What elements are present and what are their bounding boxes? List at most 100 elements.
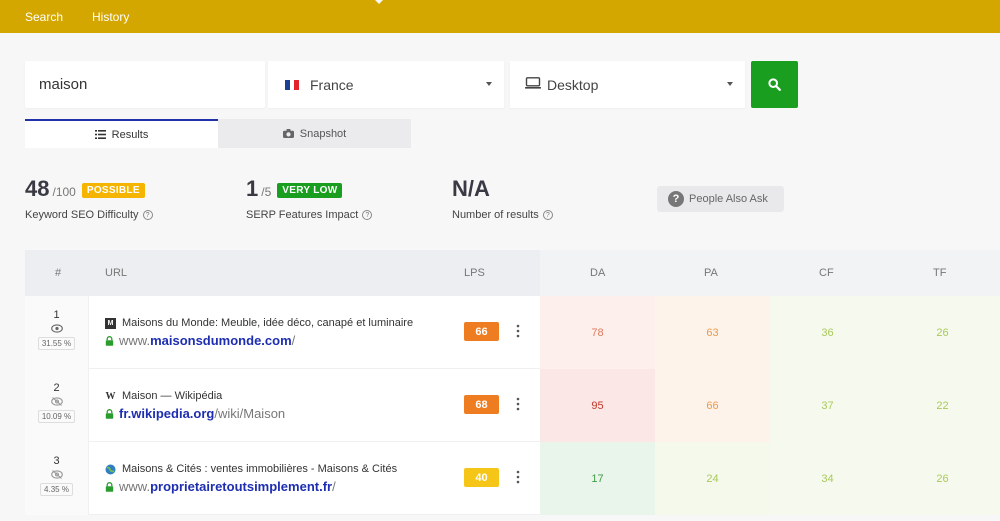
visibility-share: 31.55 % xyxy=(37,337,76,350)
result-title[interactable]: M Maisons du Monde: Meuble, idée déco, ca… xyxy=(105,317,413,329)
search-form: maison France Desktop xyxy=(25,61,798,108)
url-domain: proprietairetoutsimplement.fr xyxy=(150,479,333,494)
difficulty-caption: Keyword SEO Difficulty xyxy=(25,209,139,221)
visibility-share: 4.35 % xyxy=(40,483,73,496)
col-header-num: # xyxy=(55,267,62,279)
nav-caret-icon xyxy=(375,0,383,4)
search-icon xyxy=(768,78,781,91)
result-url[interactable]: fr.wikipedia.org/wiki/Maison xyxy=(105,406,285,421)
number-of-results-metric: N/A Number of results ? xyxy=(452,176,553,221)
top-nav-bar: Search History xyxy=(0,0,1000,33)
col-header-url: URL xyxy=(105,267,128,279)
lps-badge: 68 xyxy=(464,395,499,414)
col-header-cf[interactable]: CF xyxy=(819,267,834,279)
difficulty-value: 48 xyxy=(25,176,50,201)
difficulty-badge: POSSIBLE xyxy=(81,183,145,198)
cf-cell: 37 xyxy=(770,369,885,442)
lps-badge: 66 xyxy=(464,322,499,341)
table-row: 1 31.55 % M Maisons du Monde: Meuble, idée … xyxy=(25,296,1000,369)
nav-search[interactable]: Search xyxy=(25,10,63,24)
result-url[interactable]: www.proprietairetoutsimplement.fr/ xyxy=(105,479,336,494)
question-icon: ? xyxy=(668,191,684,207)
serp-badge: VERY LOW xyxy=(277,183,343,198)
country-label: France xyxy=(310,77,354,93)
lock-icon xyxy=(105,408,114,419)
people-also-ask-label: People Also Ask xyxy=(689,193,768,205)
difficulty-max: /100 xyxy=(52,185,76,199)
more-options-icon[interactable] xyxy=(515,470,521,484)
favicon-icon: W xyxy=(105,390,116,402)
globe-favicon-icon xyxy=(105,464,116,474)
result-title[interactable]: W Maison — Wikipédia xyxy=(105,390,223,402)
help-icon[interactable]: ? xyxy=(542,210,553,220)
result-title-text: Maison — Wikipédia xyxy=(122,390,223,402)
help-icon[interactable]: ? xyxy=(142,210,153,220)
table-row: 3 4.35 % Maisons & Cités : ventes immobili… xyxy=(25,442,1000,515)
eye-icon[interactable] xyxy=(50,324,63,333)
results-caption: Number of results xyxy=(452,209,539,221)
col-header-lps: LPS xyxy=(464,267,485,279)
rank-cell: 2 10.09 % xyxy=(25,369,89,442)
table-row: 2 10.09 % W Maison — Wikipédia fr.wikipedia.… xyxy=(25,369,1000,442)
rank-number: 2 xyxy=(53,382,60,394)
search-button[interactable] xyxy=(751,61,798,108)
table-header: # URL LPS DA PA CF TF xyxy=(25,250,1000,296)
tf-cell: 22 xyxy=(885,369,1000,442)
pa-cell: 63 xyxy=(655,296,770,369)
result-url[interactable]: www.maisonsdumonde.com/ xyxy=(105,333,295,348)
tf-cell: 26 xyxy=(885,442,1000,515)
url-domain: maisonsdumonde.com xyxy=(150,333,292,348)
da-cell: 17 xyxy=(540,442,655,515)
monitor-icon xyxy=(525,77,541,89)
cf-cell: 34 xyxy=(770,442,885,515)
keyword-difficulty-metric: 48/100 POSSIBLE Keyword SEO Difficulty ? xyxy=(25,176,153,221)
more-options-icon[interactable] xyxy=(515,397,521,411)
lps-badge: 40 xyxy=(464,468,499,487)
tab-snapshot-label: Snapshot xyxy=(299,127,347,140)
result-title[interactable]: Maisons & Cités : ventes immobilières - … xyxy=(105,463,397,475)
serp-caption: SERP Features Impact xyxy=(246,209,359,221)
people-also-ask-button[interactable]: ? People Also Ask xyxy=(657,186,784,212)
url-prefix: www. xyxy=(119,333,151,348)
france-flag-icon xyxy=(285,80,300,90)
pa-cell: 66 xyxy=(655,369,770,442)
url-path: / xyxy=(291,333,296,348)
da-cell: 95 xyxy=(540,369,655,442)
url-domain: fr.wikipedia.org xyxy=(119,406,215,421)
nav-history[interactable]: History xyxy=(92,10,129,24)
col-header-tf[interactable]: TF xyxy=(933,267,946,279)
rank-number: 3 xyxy=(53,455,60,467)
tab-results[interactable]: Results xyxy=(25,119,218,148)
tf-cell: 26 xyxy=(885,296,1000,369)
visibility-share: 10.09 % xyxy=(37,410,76,423)
col-header-pa[interactable]: PA xyxy=(704,267,718,279)
pa-cell: 24 xyxy=(655,442,770,515)
list-icon xyxy=(94,130,106,139)
eye-slash-icon[interactable] xyxy=(50,397,63,406)
result-title-text: Maisons du Monde: Meuble, idée déco, can… xyxy=(122,317,414,329)
favicon-icon: M xyxy=(105,317,116,329)
eye-slash-icon[interactable] xyxy=(50,470,63,479)
country-select[interactable]: France xyxy=(268,61,504,108)
result-tabs: Results Snapshot xyxy=(25,119,411,148)
device-select[interactable]: Desktop xyxy=(510,61,745,108)
lock-icon xyxy=(105,335,114,346)
help-icon[interactable]: ? xyxy=(362,210,373,220)
chevron-down-icon xyxy=(727,82,733,86)
camera-icon xyxy=(282,129,294,138)
col-header-da[interactable]: DA xyxy=(590,267,605,279)
url-path: / xyxy=(332,479,336,494)
tab-snapshot[interactable]: Snapshot xyxy=(218,119,411,148)
rank-cell: 1 31.55 % xyxy=(25,296,89,369)
url-prefix: www. xyxy=(119,479,151,494)
more-options-icon[interactable] xyxy=(515,324,521,338)
cf-cell: 36 xyxy=(770,296,885,369)
results-value: N/A xyxy=(452,176,490,201)
serp-value: 1 xyxy=(246,176,259,201)
keyword-input[interactable]: maison xyxy=(25,61,265,108)
rank-number: 1 xyxy=(53,309,60,321)
rank-cell: 3 4.35 % xyxy=(25,442,89,515)
chevron-down-icon xyxy=(486,82,492,86)
tab-results-label: Results xyxy=(111,128,149,141)
da-cell: 78 xyxy=(540,296,655,369)
